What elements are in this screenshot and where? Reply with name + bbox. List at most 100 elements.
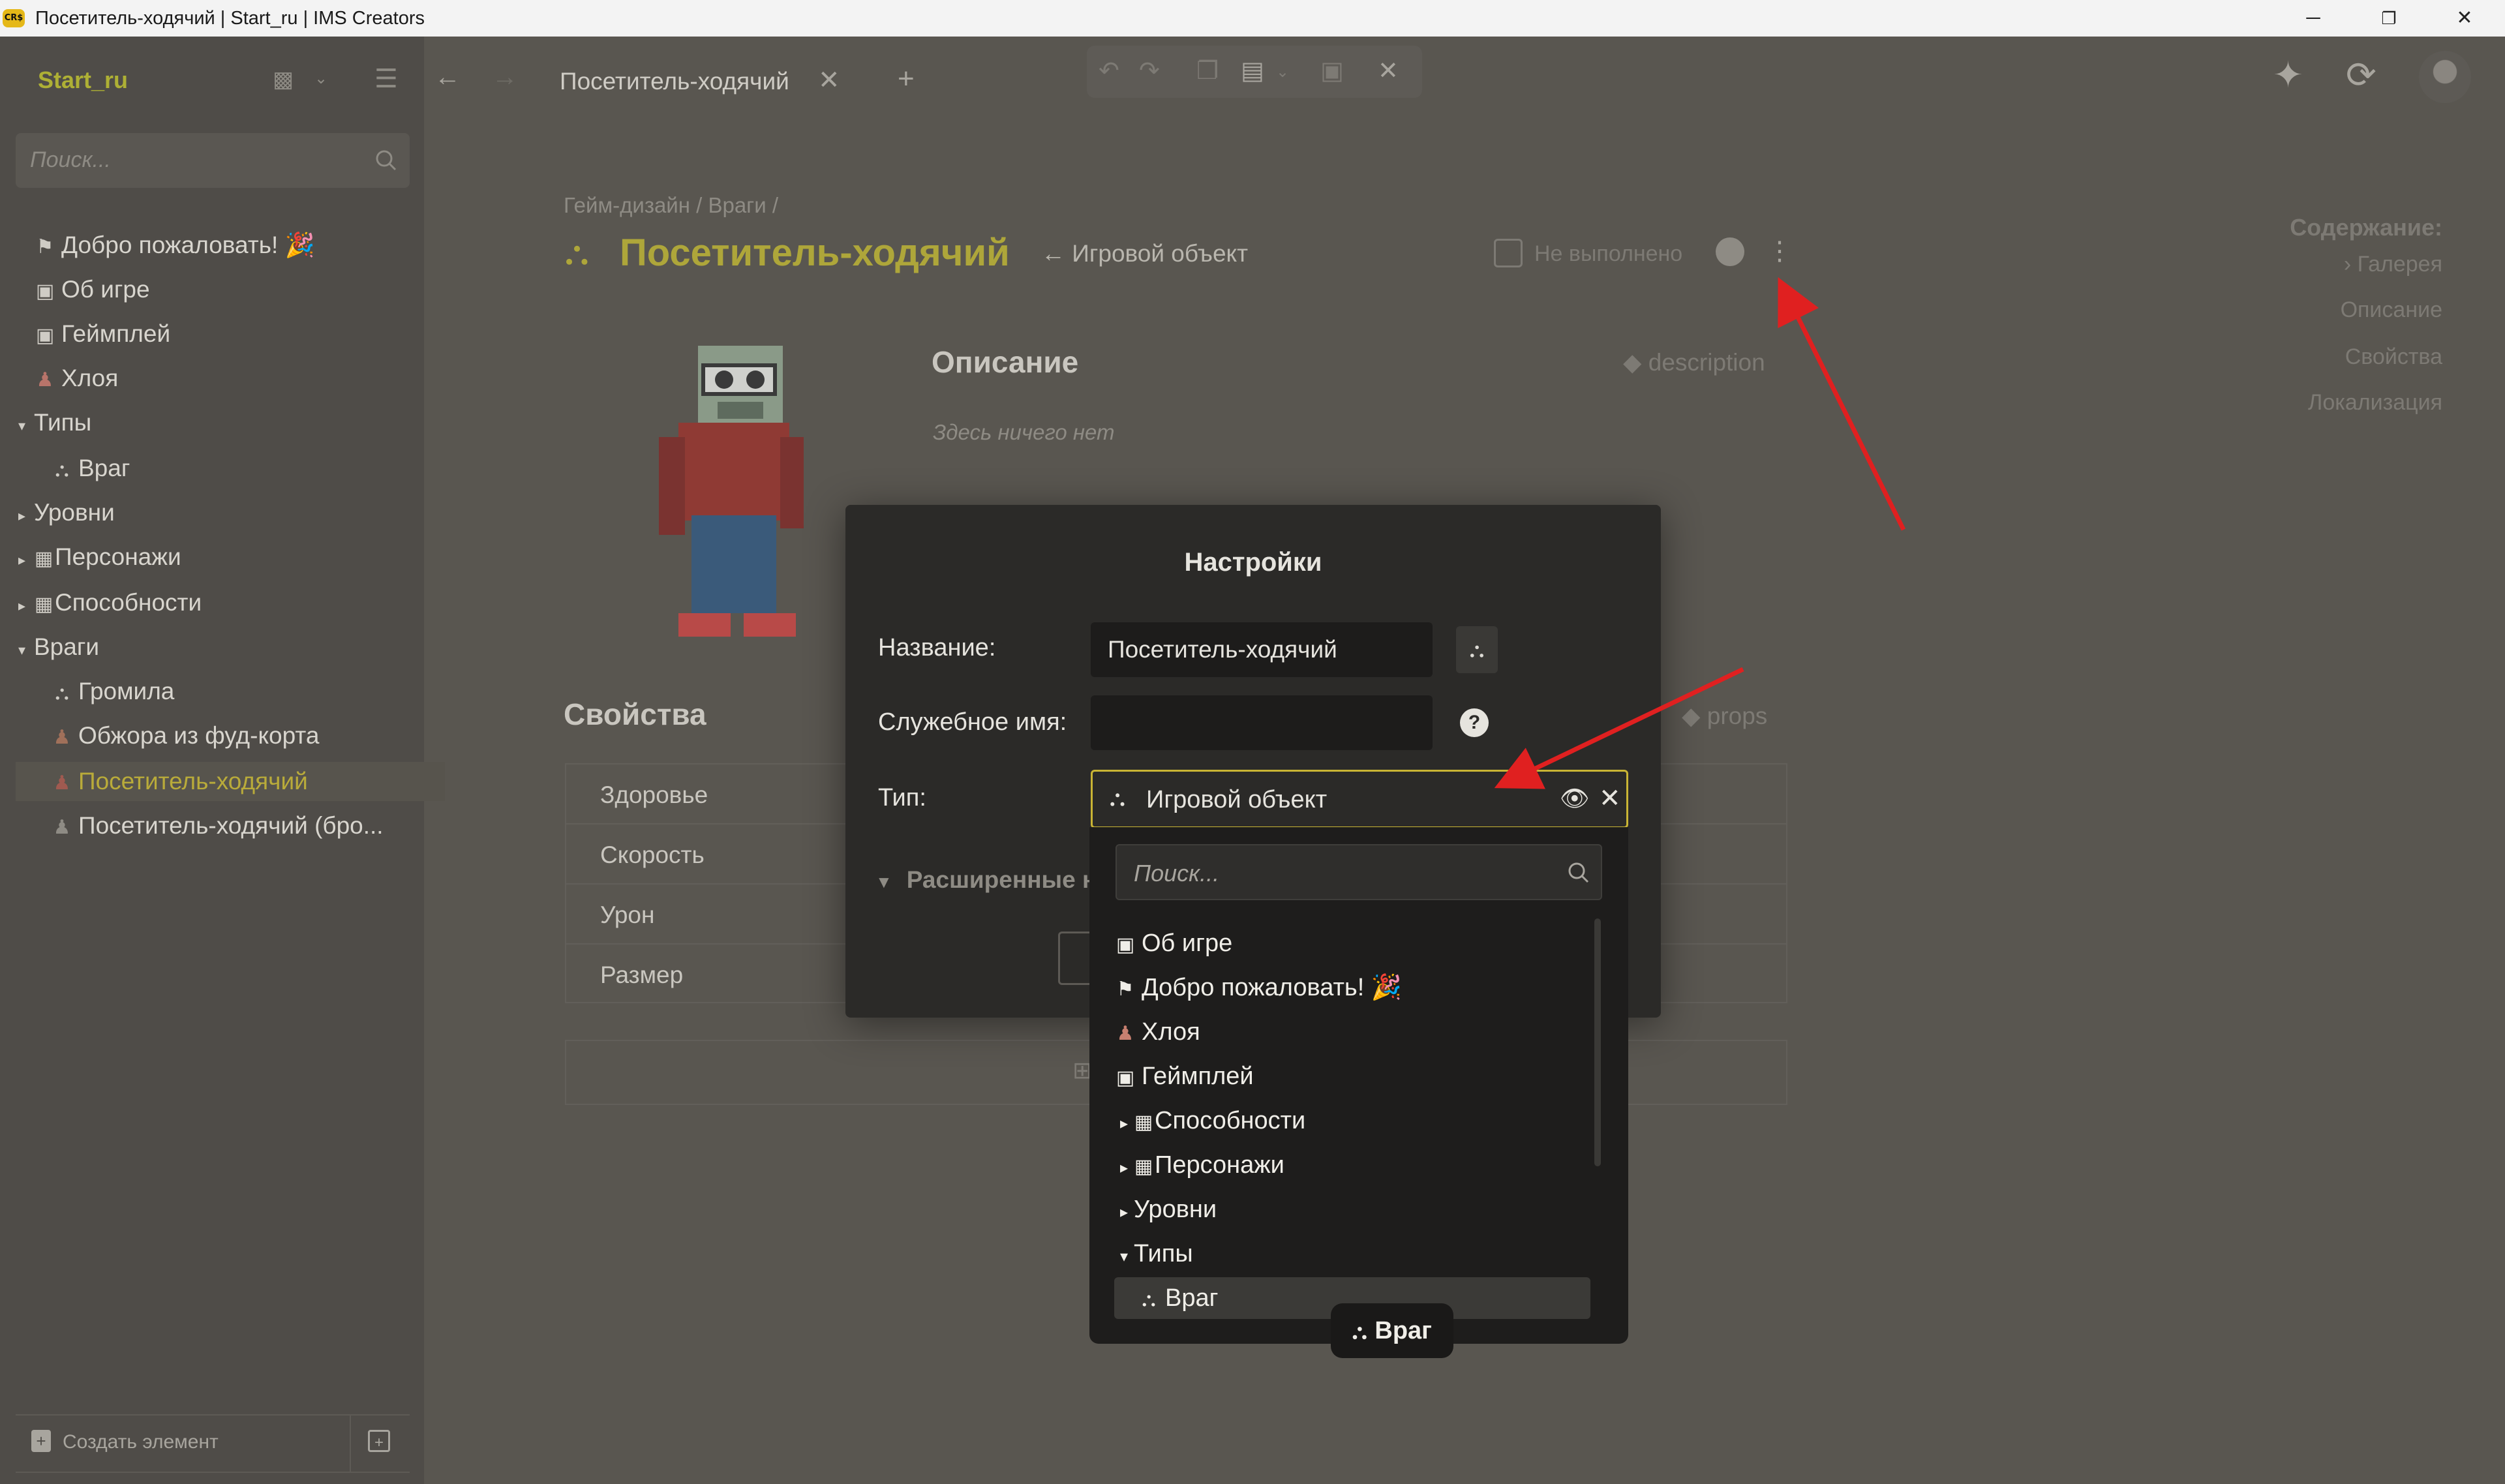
back-arrow-icon[interactable]: ← — [434, 63, 461, 92]
type-select[interactable]: ⛬ Игровой объект 👁 ✕ — [1091, 770, 1628, 828]
caret-right-icon[interactable]: ▸ — [18, 496, 34, 532]
table-icon: ▦ — [1134, 1112, 1153, 1133]
menu-icon[interactable]: ☰ — [374, 64, 398, 94]
caret-down-icon[interactable]: ▾ — [1114, 1236, 1134, 1278]
chevron-down-icon[interactable]: ⌄ — [1276, 63, 1289, 82]
undo-icon[interactable]: ↶ — [1099, 56, 1119, 85]
type-select-value: Игровой объект — [1146, 786, 1328, 813]
sidebar-item-characters[interactable]: ▸ ▦Персонажи — [16, 538, 412, 577]
minimize-button[interactable]: ─ — [2294, 5, 2333, 31]
caret-right-icon[interactable]: ▸ — [1114, 1103, 1134, 1145]
globe-icon[interactable] — [1716, 237, 1744, 266]
caret-down-icon[interactable]: ▾ — [18, 406, 34, 442]
modal-title: Настройки — [1184, 548, 1322, 577]
service-name-input[interactable] — [1091, 695, 1433, 750]
add-file-icon[interactable]: + — [31, 1430, 51, 1452]
zombie-sprite-image — [659, 346, 804, 637]
caret-right-icon[interactable]: ▸ — [18, 586, 34, 622]
sidebar-search[interactable]: Поиск... — [16, 133, 410, 188]
shapes-icon: ⛬ — [565, 234, 589, 272]
page-title: Посетитель-ходячий — [620, 232, 1010, 274]
more-options-icon[interactable]: ⋮ — [1767, 236, 1793, 266]
tag-icon: ◆ — [1623, 349, 1642, 376]
toc-item-localization[interactable]: Локализация — [2308, 390, 2442, 416]
divider — [350, 1416, 351, 1472]
dropdown-search-input[interactable]: Поиск... — [1116, 844, 1602, 900]
parent-type-link[interactable]: ← Игровой объект — [1041, 240, 1248, 267]
enemy-icon: ♟ — [53, 727, 71, 748]
sparkle-icon[interactable]: ✦ — [2273, 53, 2303, 97]
shapes-icon: ⛬ — [1142, 1289, 1156, 1310]
caret-right-icon[interactable]: ▸ — [1114, 1192, 1134, 1234]
sidebar-item-about[interactable]: ▣ Об игре — [16, 270, 428, 309]
type-dropdown: Поиск... ▣ Об игре ⚑ Добро пожаловать! 🎉 ♟… — [1089, 827, 1628, 1344]
close-tab-icon[interactable]: ✕ — [818, 65, 840, 95]
dropdown-item-welcome[interactable]: ⚑ Добро пожаловать! 🎉 — [1114, 967, 1590, 1008]
toc-item-gallery[interactable]: › Галерея — [2344, 252, 2442, 277]
sidebar-item-brute[interactable]: ⛬ Громила — [16, 672, 445, 711]
copy-icon[interactable]: ❐ — [1196, 56, 1219, 85]
sidebar-item-abilities[interactable]: ▸ ▦Способности — [16, 583, 412, 622]
sidebar-item-walking-visitor-variant[interactable]: ♟ Посетитель-ходячий (бро... — [16, 806, 445, 845]
sidebar-item-foodcourt-glutton[interactable]: ♟ Обжора из фуд-корта — [16, 716, 445, 755]
paste-icon[interactable]: ▤ — [1241, 56, 1264, 85]
dropdown-item-gameplay[interactable]: ▣ Геймплей — [1114, 1055, 1590, 1097]
new-tab-button[interactable]: + — [898, 63, 915, 95]
shapes-icon: ⛬ — [1352, 1320, 1367, 1343]
advanced-settings-toggle[interactable]: ▼ Расширенные н — [875, 866, 1097, 894]
caret-right-icon[interactable]: ▸ — [1114, 1147, 1134, 1189]
sidebar-item-enemy-type[interactable]: ⛬ Враг — [16, 449, 445, 488]
sidebar-item-gameplay[interactable]: ▣ Геймплей — [16, 314, 428, 354]
restore-button[interactable]: ❐ — [2369, 5, 2408, 31]
dropdown-item-chloe[interactable]: ♟ Хлоя — [1114, 1011, 1590, 1053]
user-avatar[interactable] — [2419, 51, 2471, 103]
status-checkbox[interactable] — [1494, 239, 1523, 267]
tab-walking-visitor[interactable]: Посетитель-ходячий ✕ — [541, 46, 868, 119]
sidebar-item-walking-visitor[interactable]: ♟ Посетитель-ходячий — [16, 762, 445, 801]
table-icon: ▦ — [34, 548, 53, 569]
toc-item-description[interactable]: Описание — [2341, 297, 2442, 323]
dropdown-scrollbar[interactable] — [1594, 918, 1601, 1166]
help-icon[interactable]: ? — [1460, 708, 1489, 737]
character-icon: ♟ — [36, 369, 54, 391]
toc-title: Содержание: — [2290, 214, 2442, 241]
sidebar-item-levels[interactable]: ▸ Уровни — [16, 493, 412, 532]
breadcrumb[interactable]: Гейм-дизайн / Враги / — [564, 193, 778, 218]
dropdown-item-types[interactable]: ▾ Типы — [1114, 1233, 1590, 1275]
tools-icon[interactable]: ✕ — [1378, 56, 1399, 85]
forward-arrow-icon[interactable]: → — [492, 63, 518, 92]
save-icon[interactable]: ▣ — [1320, 56, 1344, 85]
add-folder-icon[interactable]: + — [368, 1430, 390, 1452]
character-icon: ♟ — [1116, 1023, 1134, 1044]
clear-icon[interactable]: ✕ — [1599, 783, 1621, 813]
dropdown-item-about[interactable]: ▣ Об игре — [1114, 922, 1590, 964]
toc-item-properties[interactable]: Свойства — [2345, 344, 2442, 370]
sidebar-item-enemies[interactable]: ▾ Враги — [16, 628, 412, 667]
create-element-button[interactable]: Создать элемент — [63, 1431, 219, 1453]
search-icon — [373, 147, 399, 177]
redo-icon[interactable]: ↷ — [1139, 56, 1160, 85]
sidebar-item-chloe[interactable]: ♟ Хлоя — [16, 359, 428, 398]
enemy-icon: ♟ — [53, 817, 71, 838]
create-element-row: + Создать элемент + — [16, 1414, 410, 1473]
caret-down-icon: ▼ — [875, 872, 892, 892]
flag-icon: ⚑ — [36, 236, 54, 258]
dropdown-item-abilities[interactable]: ▸ ▦Способности — [1114, 1100, 1590, 1142]
chevron-down-icon[interactable]: ⌄ — [314, 69, 327, 88]
caret-down-icon[interactable]: ▾ — [18, 631, 34, 667]
markdown-icon: ▣ — [1116, 934, 1135, 956]
dropdown-item-levels[interactable]: ▸ Уровни — [1114, 1189, 1590, 1230]
project-name[interactable]: Start_ru — [38, 67, 128, 94]
markdown-icon: ▣ — [1116, 1067, 1135, 1089]
shapes-icon[interactable]: ⛬ — [1456, 626, 1498, 673]
eye-icon[interactable]: 👁 — [1560, 785, 1590, 812]
tag-icon: ◆ — [1682, 703, 1701, 729]
caret-right-icon[interactable]: ▸ — [18, 541, 34, 577]
sync-icon[interactable]: ⟳ — [2346, 53, 2376, 97]
sidebar-item-welcome[interactable]: ⚑ Добро пожаловать! 🎉 — [16, 226, 428, 265]
sidebar-item-types[interactable]: ▾ Типы — [16, 403, 412, 442]
dropdown-item-characters[interactable]: ▸ ▦Персонажи — [1114, 1144, 1590, 1186]
close-window-button[interactable]: ✕ — [2445, 5, 2484, 31]
monitor-icon[interactable]: ▩ — [273, 67, 294, 93]
name-input[interactable]: Посетитель-ходячий — [1091, 622, 1433, 677]
